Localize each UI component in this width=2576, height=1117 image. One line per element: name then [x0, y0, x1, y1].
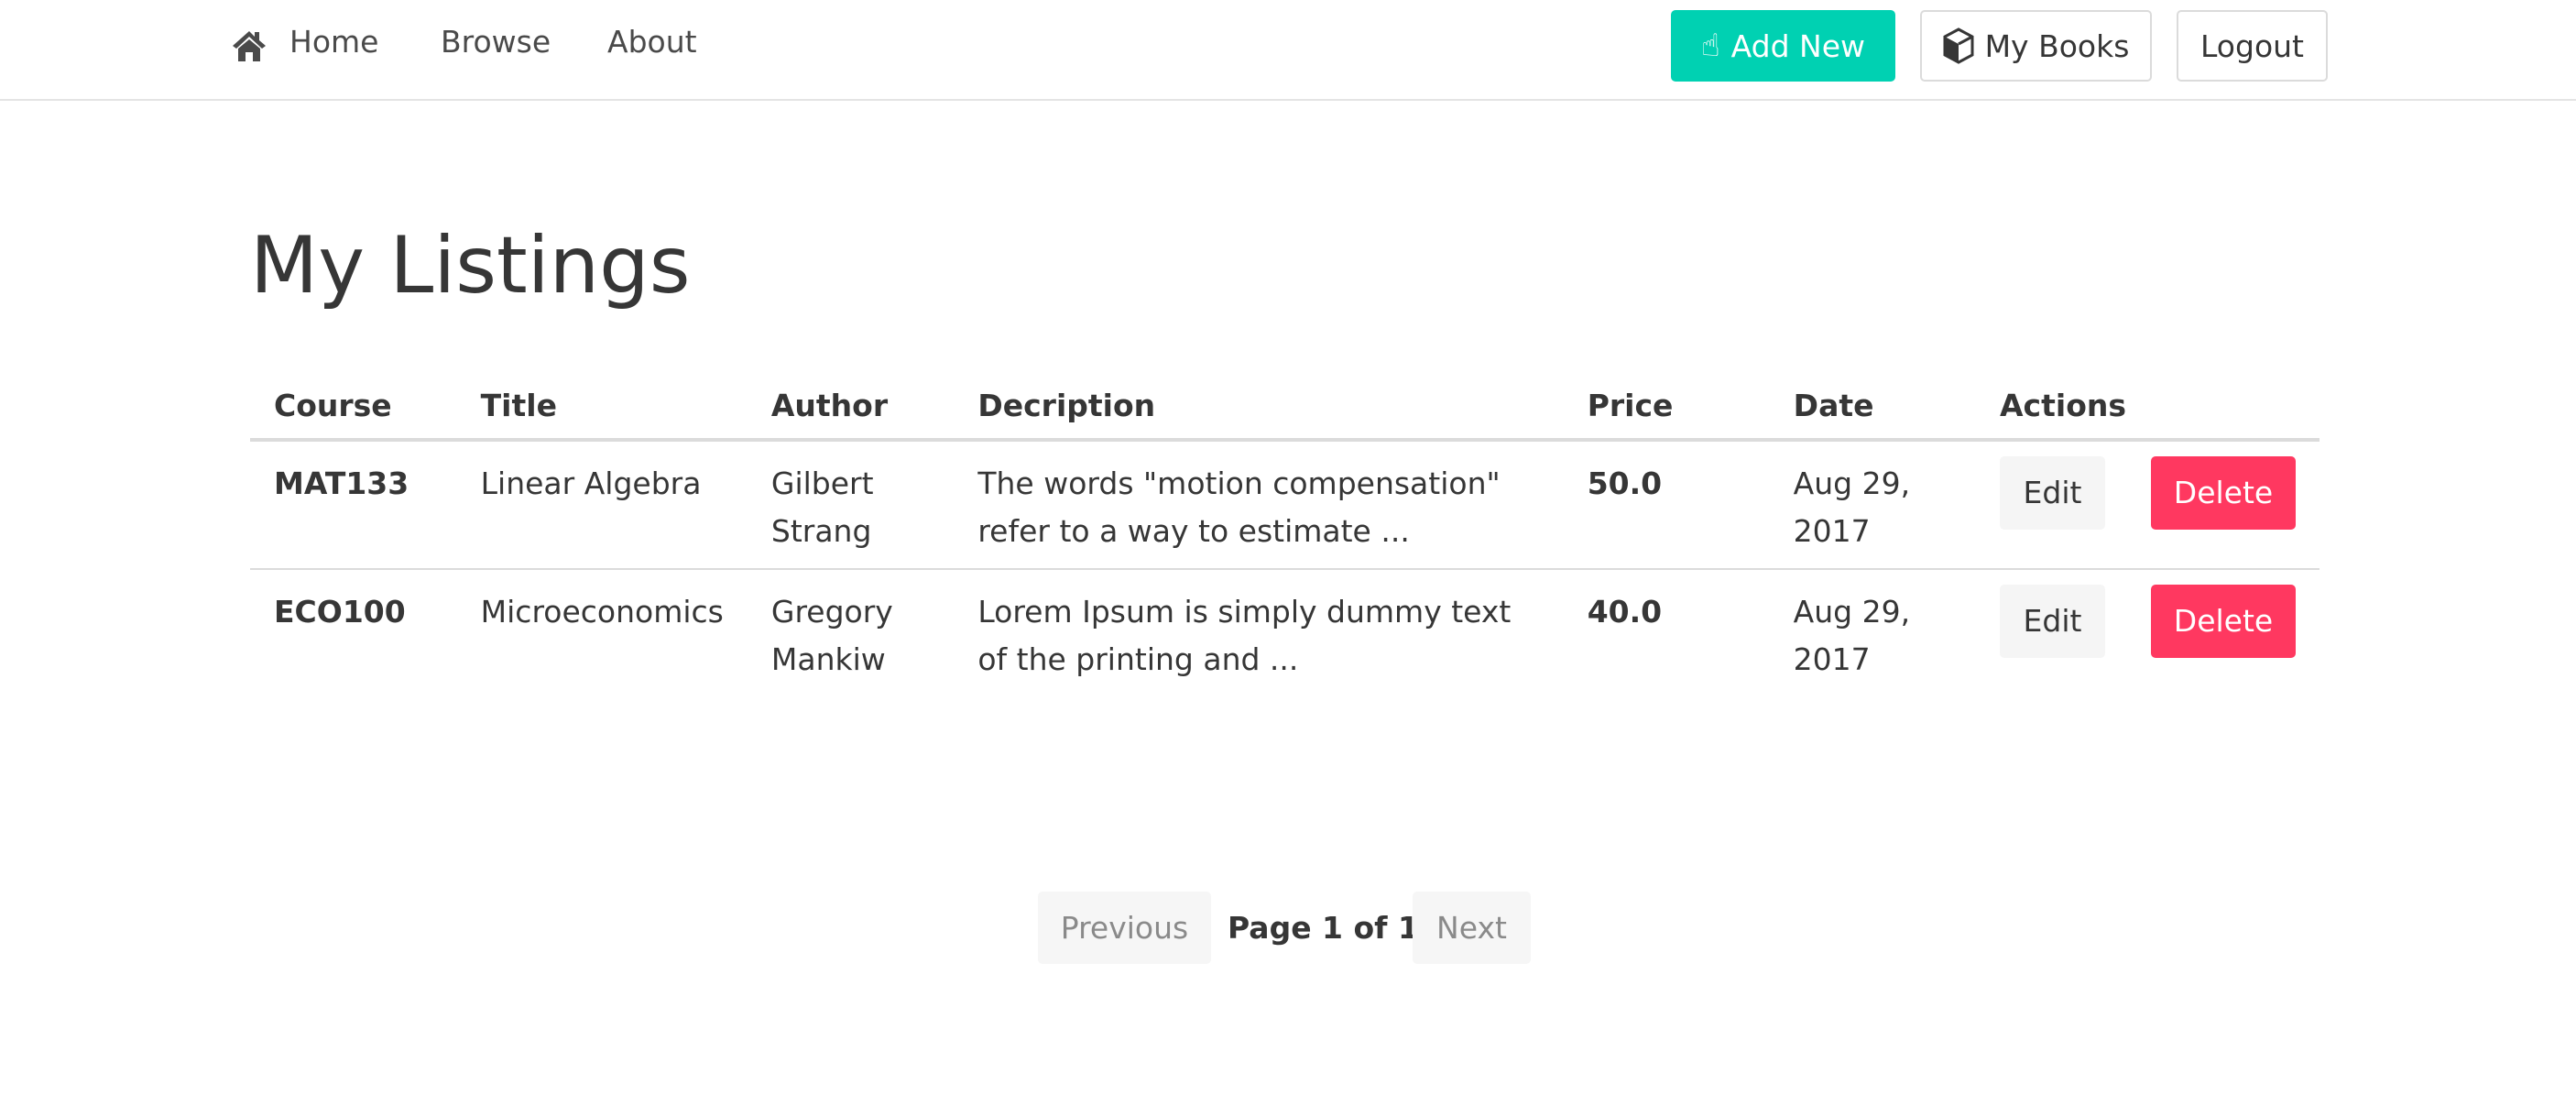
navbar: Home Browse About ☝ Add New My Books Logo… — [0, 0, 2576, 101]
page-status: Page 1 of 1. — [1228, 910, 1431, 946]
hand-pointer-icon: ☝ — [1700, 27, 1720, 64]
page-title: My Listings — [250, 220, 691, 312]
course-cell: MAT133 — [250, 440, 457, 570]
title-cell: Linear Algebra — [456, 440, 748, 570]
logout-button[interactable]: Logout — [2177, 10, 2328, 82]
price-cell: 50.0 — [1563, 440, 1770, 570]
title-cell: Microeconomics — [480, 594, 724, 630]
price-cell: 40.0 — [1587, 594, 1663, 630]
my-books-button[interactable]: My Books — [1920, 10, 2152, 82]
date-cell: Aug 29, 2017 — [1793, 594, 1911, 677]
add-new-button[interactable]: ☝ Add New — [1671, 10, 1895, 82]
description-cell: Lorem Ipsum is simply dummy text of the … — [977, 594, 1512, 677]
header-date: Date — [1769, 376, 1976, 442]
description-cell: The words "motion compensation" refer to… — [954, 440, 1564, 570]
header-actions: Actions — [1976, 376, 2319, 442]
nav-about-link[interactable]: About — [607, 24, 697, 60]
header-author: Author — [747, 376, 955, 442]
home-icon — [233, 31, 266, 61]
edit-button[interactable]: Edit — [2000, 585, 2105, 658]
header-price: Price — [1563, 376, 1770, 442]
date-cell: Aug 29, 2017 — [1769, 440, 1976, 570]
actions-cell: Edit Delete — [1976, 440, 2319, 570]
header-description: Decription — [954, 376, 1564, 442]
course-cell: ECO100 — [274, 594, 406, 630]
next-button[interactable]: Next — [1413, 892, 1531, 964]
cube-icon — [1943, 27, 1974, 64]
delete-button[interactable]: Delete — [2151, 456, 2296, 530]
nav-browse-link[interactable]: Browse — [441, 24, 551, 60]
nav-home-link[interactable]: Home — [289, 24, 378, 60]
author-cell: Gregory Mankiw — [770, 594, 893, 677]
delete-button[interactable]: Delete — [2151, 585, 2296, 658]
table-row: MAT133 Linear Algebra Gilbert Strang The… — [250, 440, 2319, 570]
previous-button[interactable]: Previous — [1038, 892, 1211, 964]
edit-button[interactable]: Edit — [2000, 456, 2105, 530]
listings-table: Course Title Author Decription Price Dat… — [250, 376, 2319, 696]
author-cell: Gilbert Strang — [747, 440, 955, 570]
actions-cell: Edit Delete — [1976, 569, 2319, 696]
table-row: ECO100 Microeconomics Gregory Mankiw Lor… — [250, 569, 2319, 696]
header-title: Title — [456, 376, 748, 442]
header-course: Course — [250, 376, 457, 442]
